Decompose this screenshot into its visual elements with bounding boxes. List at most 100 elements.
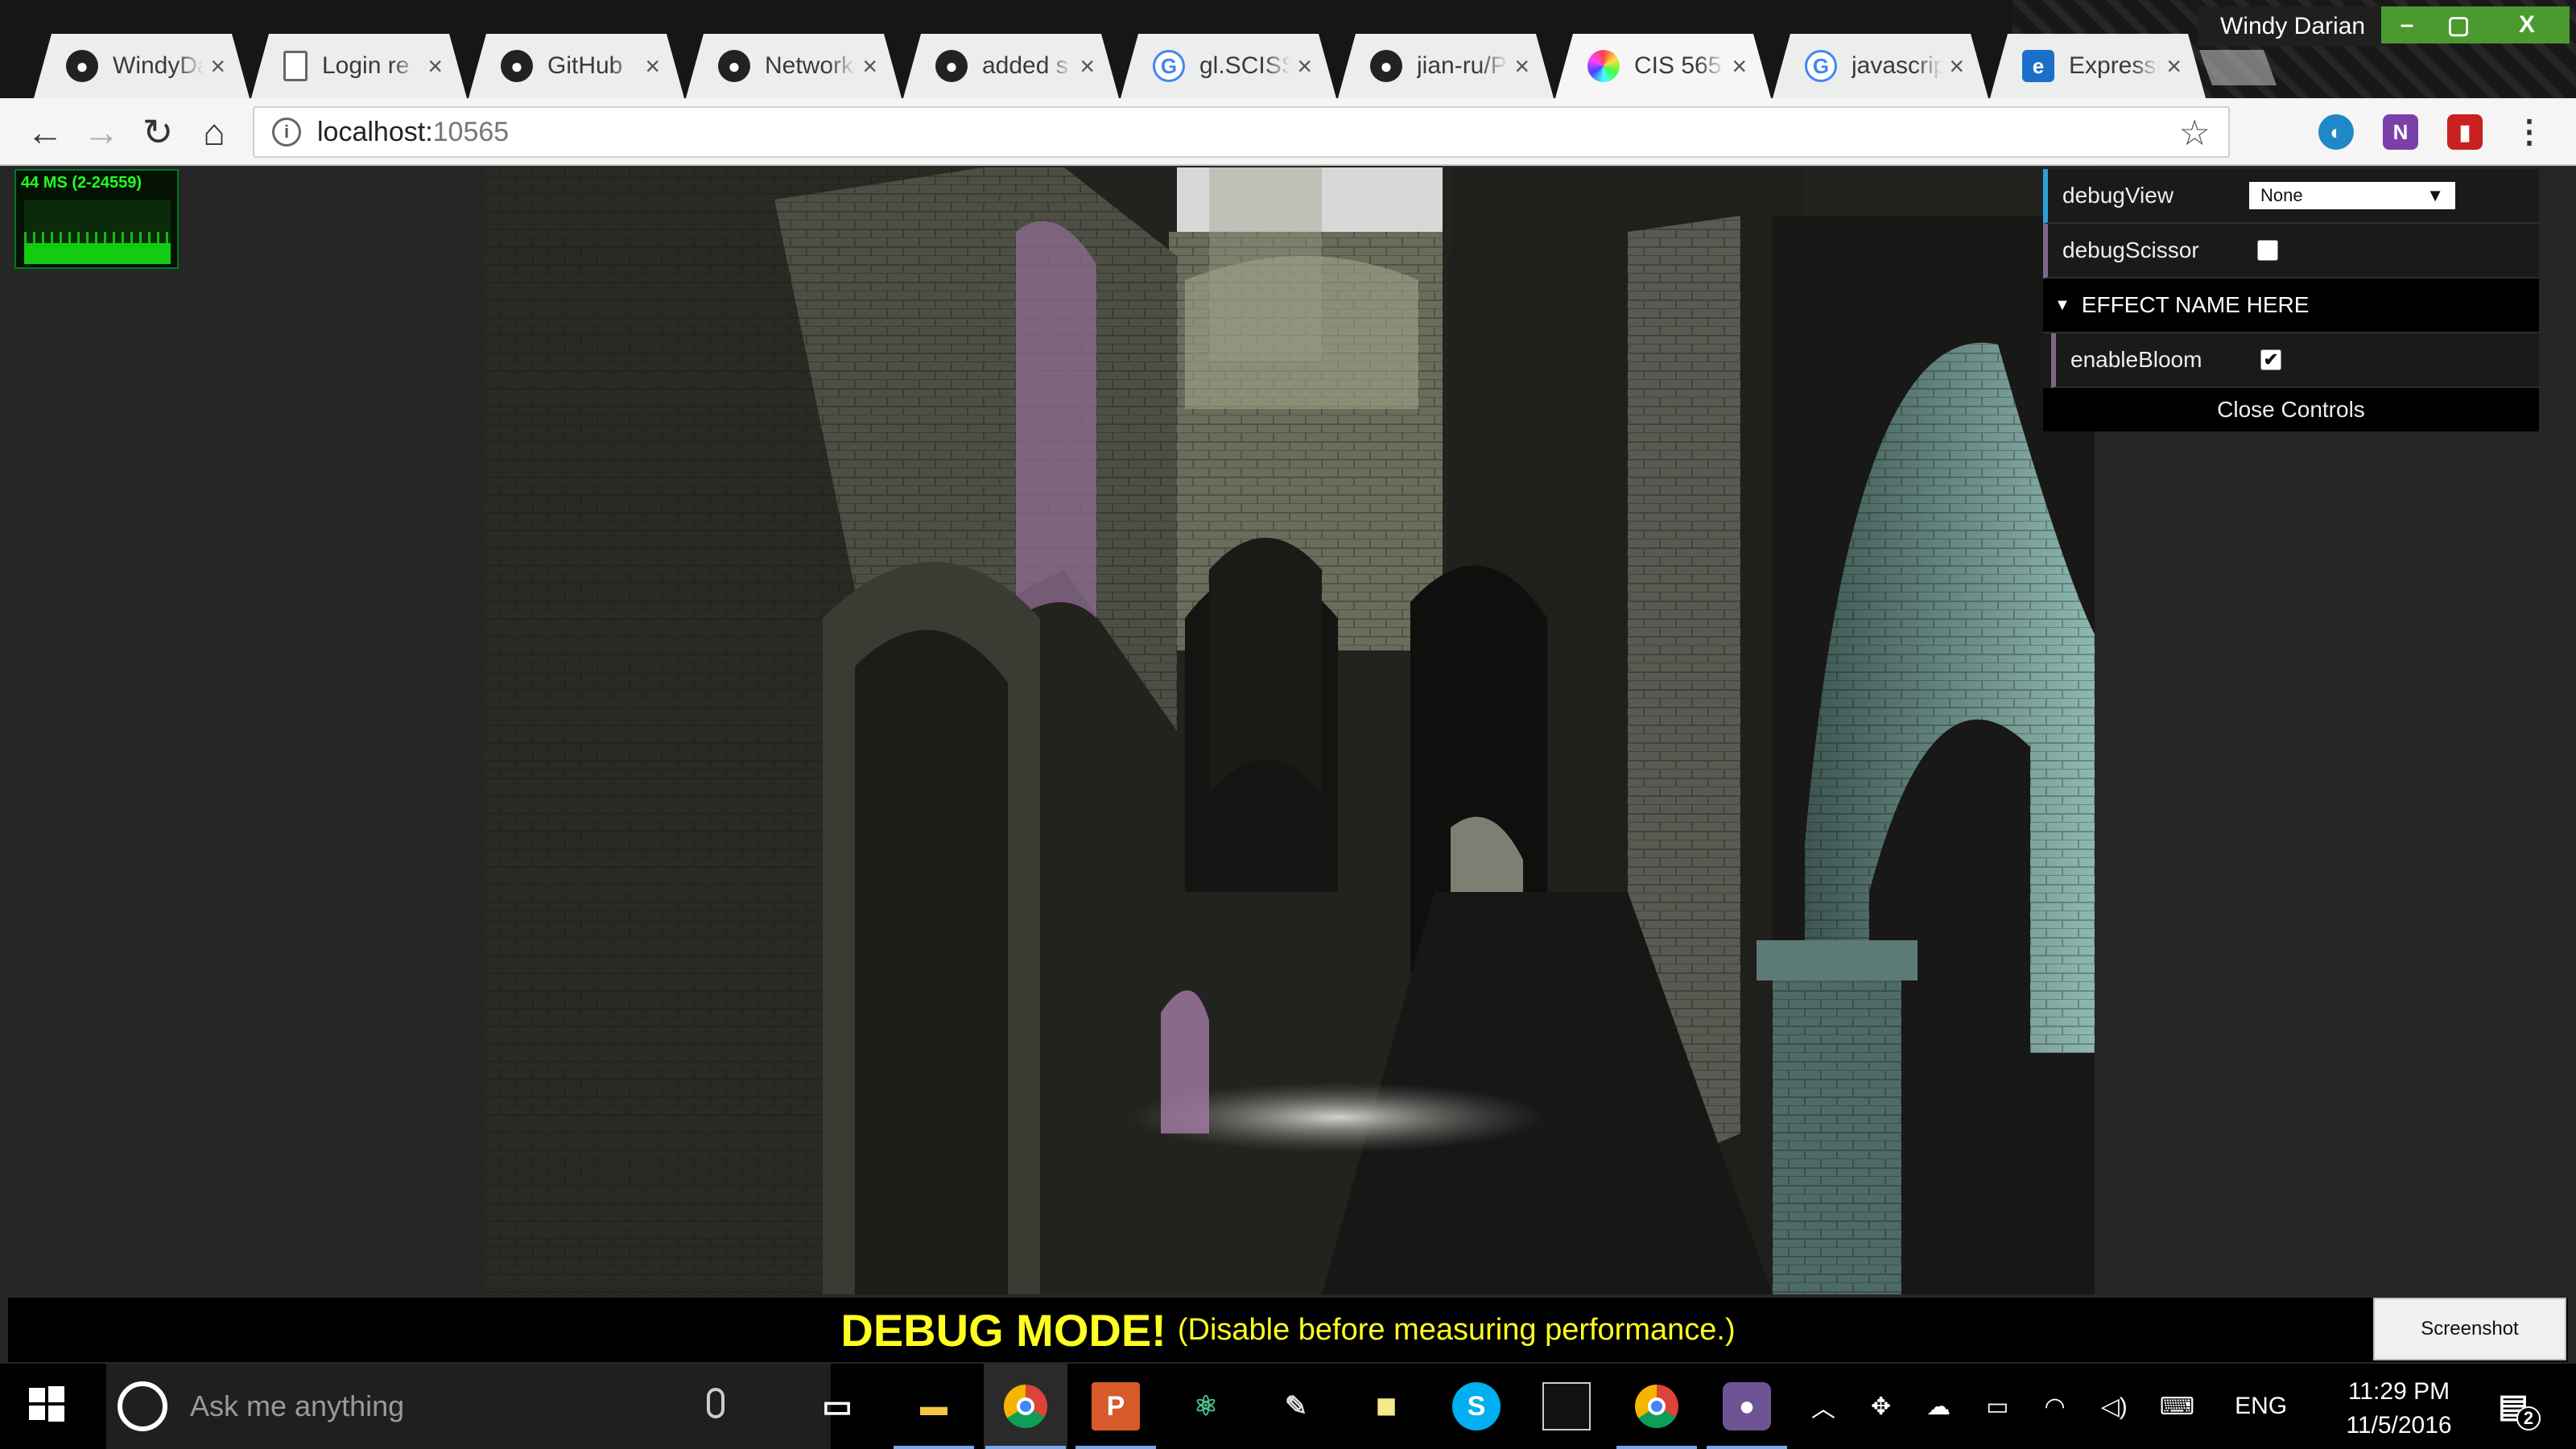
tab-gl-scissor[interactable]: G gl.SCISS × [1121, 34, 1336, 98]
tab-close-icon[interactable]: × [1514, 52, 1530, 81]
sponza-scene-render [485, 167, 2095, 1294]
url-host: localhost: [317, 116, 433, 147]
github-icon: ● [1370, 50, 1402, 82]
close-controls-button[interactable]: Close Controls [2043, 388, 2539, 431]
chrome-icon[interactable] [985, 1382, 1066, 1449]
paint-icon[interactable]: ✎ [1272, 1382, 1320, 1430]
system-tray: ︿ ✥ ☁ ▭ ◠ ◁) ⌨ ENG [1803, 1364, 2287, 1449]
tab-close-icon[interactable]: × [1297, 52, 1312, 81]
maximize-button[interactable]: ▢ [2433, 6, 2484, 43]
atom-icon[interactable]: ⚛ [1182, 1382, 1230, 1430]
show-hidden-icons-icon[interactable]: ︿ [1811, 1389, 1835, 1424]
debug-view-select[interactable]: None ▼ [2249, 182, 2455, 209]
forward-button[interactable]: → [79, 109, 124, 155]
bookmark-extension-icon[interactable]: ▮ [2447, 114, 2483, 150]
address-url[interactable]: localhost:10565 [317, 117, 509, 148]
action-center-icon[interactable]: ▤ 2 [2489, 1382, 2541, 1430]
close-button[interactable]: X [2484, 6, 2570, 43]
extension-icon[interactable]: ◐ [2318, 114, 2354, 150]
reload-button[interactable]: ↻ [135, 109, 180, 155]
minimize-icon: – [2400, 11, 2414, 38]
taskbar-clock[interactable]: 11:29 PM 11/5/2016 [2334, 1375, 2463, 1443]
github-icon: ● [935, 50, 968, 82]
debug-scissor-checkbox[interactable] [2257, 240, 2278, 261]
site-info-icon[interactable]: i [272, 118, 301, 147]
address-bar[interactable]: i localhost:10565 ☆ [253, 106, 2230, 158]
tab-title: Expressi [2069, 52, 2161, 79]
gui-row-debug-view: debugView None ▼ [2043, 169, 2539, 224]
volume-icon[interactable]: ◁) [2101, 1393, 2128, 1421]
tab-title: CIS 565 [1634, 52, 1722, 79]
debug-mode-subtitle: (Disable before measuring performance.) [1177, 1312, 1736, 1347]
google-icon: G [1805, 50, 1837, 82]
debug-view-label: debugView [2062, 183, 2174, 208]
debug-scissor-label: debugScissor [2062, 237, 2199, 262]
dat-gui-panel: debugView None ▼ debugScissor ▼ EFFECT N… [2043, 169, 2539, 431]
bookmark-star-icon[interactable]: ☆ [2179, 113, 2211, 154]
dropbox-icon[interactable]: ✥ [1871, 1393, 1891, 1421]
tab-close-icon[interactable]: × [1949, 52, 1964, 81]
tab-title: gl.SCISS [1199, 52, 1291, 79]
home-button[interactable]: ⌂ [192, 109, 237, 155]
browser-tab-strip: ● WindyDa × Login re × ● GitHub × ● Netw… [0, 0, 2576, 98]
notification-count-badge: 2 [2516, 1406, 2541, 1430]
gui-folder-effect[interactable]: ▼ EFFECT NAME HERE [2043, 279, 2539, 333]
checkmark-icon: ✔ [2263, 349, 2279, 369]
tab-cis565[interactable]: CIS 565 × [1555, 34, 1771, 98]
cortana-search-box[interactable]: Ask me anything [106, 1364, 831, 1449]
windows-taskbar: Ask me anything ▭ ▬ P ⚛ ✎ ■ S ● ︿ ✥ ☁ ▭ … [0, 1364, 2576, 1449]
screen: ● WindyDa × Login re × ● GitHub × ● Netw… [0, 0, 2576, 1449]
tab-added[interactable]: ● added s × [903, 34, 1119, 98]
chrome-icon[interactable] [1616, 1382, 1697, 1449]
tab-close-icon[interactable]: × [2166, 52, 2182, 81]
wifi-icon[interactable]: ◠ [2045, 1393, 2066, 1421]
clock-date: 11/5/2016 [2346, 1412, 2452, 1439]
back-button[interactable]: ← [23, 109, 68, 155]
folder-title: EFFECT NAME HERE [2081, 292, 2310, 317]
windows-icon[interactable] [23, 1380, 71, 1428]
skype-icon[interactable]: S [1452, 1382, 1501, 1430]
file-explorer-icon[interactable]: ▬ [894, 1382, 974, 1449]
touch-keyboard-icon[interactable]: ⌨ [2160, 1393, 2194, 1421]
onedrive-icon[interactable]: ☁ [1926, 1393, 1951, 1421]
tab-github[interactable]: ● GitHub × [469, 34, 684, 98]
tab-close-icon[interactable]: × [210, 52, 225, 81]
tab-close-icon[interactable]: × [427, 52, 443, 81]
page-viewport: 44 MS (2-24559) debugView None ▼ debugSc… [8, 167, 2568, 1362]
tab-jian-ru[interactable]: ● jian-ru/P × [1338, 34, 1554, 98]
clock-time: 11:29 PM [2347, 1378, 2450, 1405]
tab-close-icon[interactable]: × [862, 52, 877, 81]
back-arrow-icon: ← [27, 111, 64, 153]
github-icon: ● [66, 50, 98, 82]
enable-bloom-checkbox[interactable]: ✔ [2260, 349, 2281, 370]
github-desktop-icon[interactable]: ● [1707, 1382, 1787, 1449]
microphone-icon[interactable] [707, 1388, 724, 1418]
tab-login[interactable]: Login re × [251, 34, 467, 98]
fps-stats-panel[interactable]: 44 MS (2-24559) [14, 169, 179, 269]
sticky-notes-icon[interactable]: ■ [1362, 1382, 1410, 1430]
new-tab-button[interactable] [2198, 50, 2277, 85]
battery-icon[interactable]: ▭ [1986, 1393, 2008, 1421]
tab-network[interactable]: ● Network × [686, 34, 902, 98]
tab-close-icon[interactable]: × [645, 52, 660, 81]
tab-express[interactable]: e Expressi × [1990, 34, 2206, 98]
onenote-icon[interactable]: N [2383, 114, 2418, 150]
screenshot-button[interactable]: Screenshot [2373, 1298, 2566, 1360]
tab-javascript[interactable]: G javascrip × [1773, 34, 1988, 98]
tab-close-icon[interactable]: × [1080, 52, 1095, 81]
tab-close-icon[interactable]: × [1732, 52, 1747, 81]
task-view-icon[interactable]: ▭ [813, 1382, 861, 1430]
stats-text: 44 MS (2-24559) [21, 174, 142, 192]
cortana-icon [118, 1381, 167, 1431]
tab-title: added s [982, 52, 1068, 79]
tab-windyda[interactable]: ● WindyDa × [34, 34, 250, 98]
profile-button[interactable]: Windy Darian [2198, 6, 2388, 47]
tab-title: Login re [322, 52, 410, 79]
webgl-canvas[interactable] [485, 167, 2095, 1294]
chrome-menu-button[interactable]: ⋮ [2507, 109, 2552, 155]
office-icon[interactable]: P [1075, 1382, 1156, 1449]
stats-graph-bar [24, 243, 171, 264]
minimize-button[interactable]: – [2381, 6, 2433, 43]
terminal-icon[interactable] [1542, 1382, 1591, 1430]
language-indicator[interactable]: ENG [2235, 1393, 2287, 1420]
